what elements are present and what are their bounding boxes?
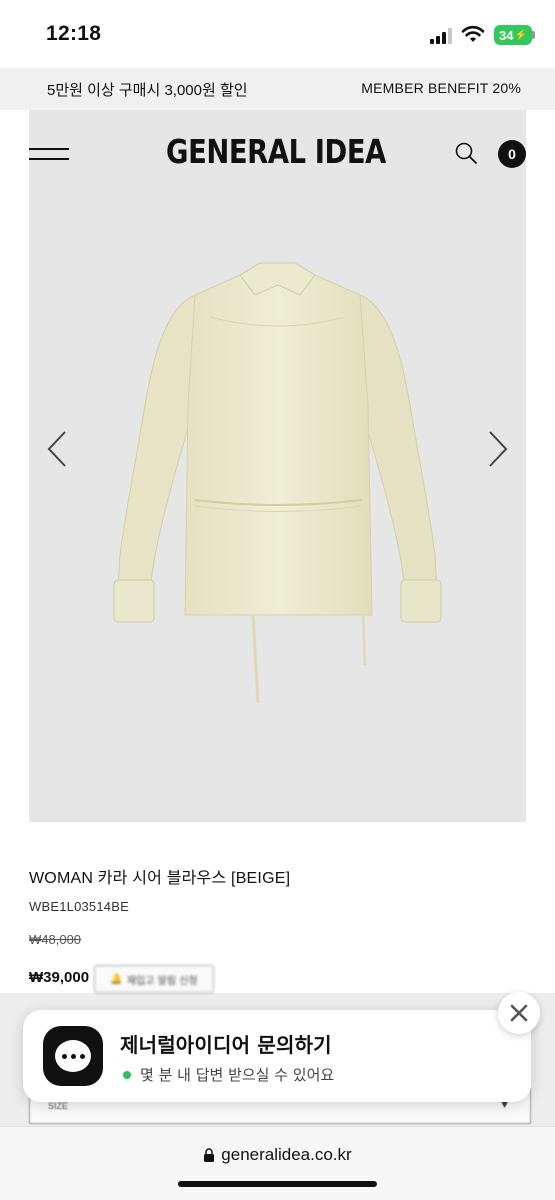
battery-cap — [532, 31, 535, 39]
wifi-icon — [461, 25, 485, 42]
battery-icon: 34 ⚡ — [494, 25, 532, 45]
product-image[interactable] — [100, 255, 455, 705]
chat-title: 제너럴아이디어 문의하기 — [120, 1033, 332, 1057]
search-icon[interactable] — [454, 141, 478, 165]
original-price: ₩48,000 — [29, 932, 82, 947]
restock-alert-button[interactable]: 🔔 재입고 알림 신청 — [94, 965, 214, 993]
battery-level: 34 — [499, 27, 514, 43]
home-indicator[interactable] — [178, 1181, 377, 1187]
site-logo[interactable]: GENERAL IDEA — [166, 132, 386, 172]
sale-price: ₩39,000 — [29, 969, 90, 986]
chevron-right-icon[interactable] — [486, 430, 510, 468]
menu-icon[interactable] — [29, 146, 69, 164]
lock-icon — [204, 1148, 215, 1162]
cart-count: 0 — [508, 146, 516, 162]
close-icon — [510, 1004, 528, 1022]
restock-label: 재입고 알림 신청 — [126, 975, 198, 987]
browser-address-bar[interactable]: generalidea.co.kr — [0, 1126, 555, 1200]
url-text: generalidea.co.kr — [221, 1145, 352, 1164]
product-name: WOMAN 카라 시어 블라우스 [BEIGE] — [29, 870, 291, 887]
product-code: WBE1L03514BE — [29, 899, 129, 914]
status-bar: 12:18 34 ⚡ — [0, 0, 555, 68]
close-button[interactable] — [498, 992, 540, 1034]
chat-subtitle: 몇 분 내 답변 받으실 수 있어요 — [123, 1064, 334, 1085]
url-field[interactable]: generalidea.co.kr — [0, 1145, 555, 1165]
chat-icon — [43, 1026, 103, 1086]
size-label: SIZE — [48, 1101, 69, 1111]
chat-subtitle-text: 몇 분 내 답변 받으실 수 있어요 — [140, 1066, 335, 1084]
bell-icon: 🔔 — [110, 973, 123, 985]
signal-icon — [430, 28, 456, 44]
status-time: 12:18 — [46, 22, 102, 45]
online-status-icon — [123, 1070, 131, 1079]
promo-banner[interactable]: 5만원 이상 구매시 3,000원 할인 MEMBER BENEFIT 20% — [0, 68, 555, 110]
chevron-left-icon[interactable] — [45, 430, 69, 468]
promo-member-benefit[interactable]: MEMBER BENEFIT 20% — [361, 80, 521, 96]
cart-icon[interactable]: 0 — [498, 140, 526, 168]
promo-discount-text: 5만원 이상 구매시 3,000원 할인 — [47, 82, 248, 99]
chat-inquiry-card[interactable]: 제너럴아이디어 문의하기 몇 분 내 답변 받으실 수 있어요 — [23, 1010, 531, 1102]
